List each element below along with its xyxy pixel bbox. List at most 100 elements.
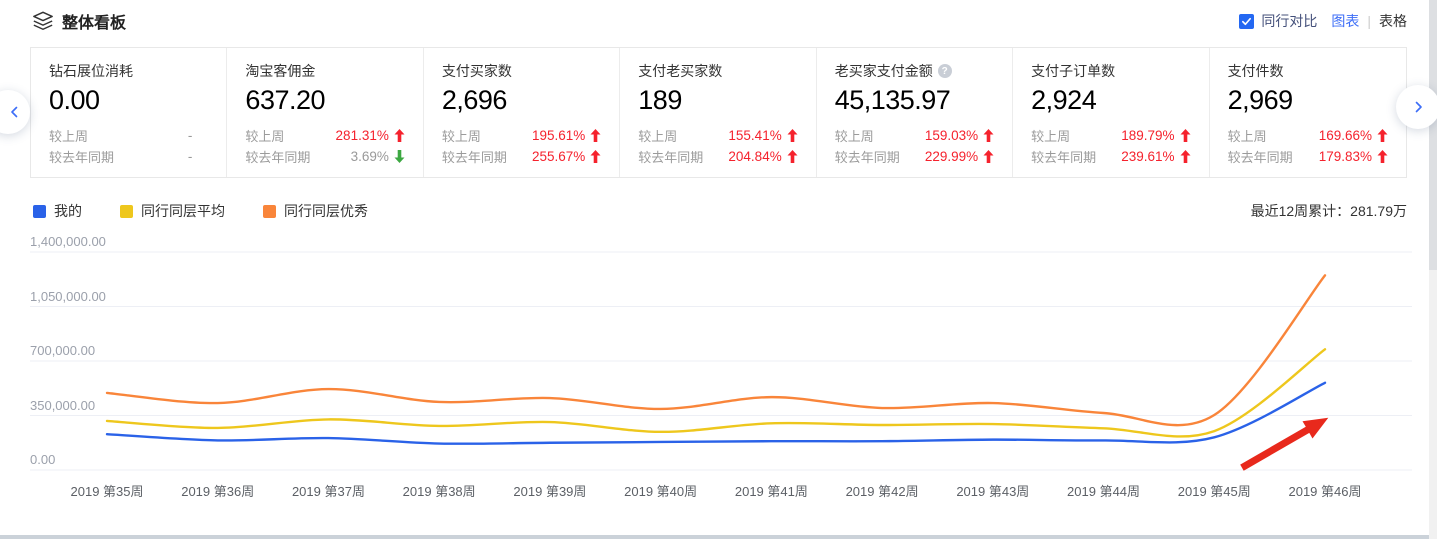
kpi-value: 637.20 — [245, 85, 406, 116]
trend-up-icon — [1377, 129, 1390, 142]
trend-up-icon — [394, 129, 407, 142]
legend-item-peer-excellent[interactable]: 同行同层优秀 — [263, 201, 368, 221]
compare-label: 较去年同期 — [835, 147, 900, 166]
legend-label: 同行同层优秀 — [284, 201, 368, 221]
kpi-card-paid-items[interactable]: 支付件数 2,969 较上周 169.66% 较去年同期 179.83% — [1210, 48, 1406, 177]
kpi-title: 支付子订单数 — [1031, 61, 1192, 81]
kpi-value: 45,135.97 — [835, 85, 996, 116]
vertical-scrollbar-thumb[interactable] — [1429, 0, 1437, 270]
chart-legend: 我的 同行同层平均 同行同层优秀 最近12周累计：281.79万 — [33, 201, 1410, 221]
compare-label: 较上周 — [1228, 126, 1267, 145]
compare-label: 较上周 — [245, 126, 284, 145]
series-line-1 — [107, 349, 1325, 436]
trend-up-icon — [590, 150, 603, 163]
compare-label: 较去年同期 — [1228, 147, 1293, 166]
y-axis-label: 1,400,000.00 — [30, 234, 106, 249]
compare-value: 195.61% — [532, 128, 585, 143]
compare-value: 159.03% — [925, 128, 978, 143]
compare-value: 255.67% — [532, 149, 585, 164]
kpi-title: 支付老买家数 — [638, 61, 799, 81]
legend-item-mine[interactable]: 我的 — [33, 201, 82, 221]
kpi-card-taoke-commission[interactable]: 淘宝客佣金 637.20 较上周 281.31% 较去年同期 3.69% — [227, 48, 423, 177]
compare-checkbox-label[interactable]: 同行对比 — [1261, 11, 1317, 31]
compare-value: 229.99% — [925, 149, 978, 164]
kpi-value: 2,924 — [1031, 85, 1192, 116]
legend-item-peer-average[interactable]: 同行同层平均 — [120, 201, 225, 221]
compare-label: 较上周 — [835, 126, 874, 145]
header-controls: 同行对比 图表 | 表格 — [1239, 11, 1407, 31]
compare-checkbox[interactable] — [1239, 14, 1254, 29]
y-axis-label: 0.00 — [30, 452, 55, 467]
y-axis-label: 350,000.00 — [30, 398, 95, 413]
compare-label: 较上周 — [1031, 126, 1070, 145]
legend-swatch — [33, 205, 46, 218]
kpi-card-row: 钻石展位消耗 0.00 较上周 - 较去年同期 - 淘宝客佣金 637.20 较… — [30, 47, 1407, 178]
kpi-title: 淘宝客佣金 — [245, 61, 406, 81]
horizontal-scrollbar-thumb[interactable] — [0, 535, 1437, 539]
dashboard: 整体看板 同行对比 图表 | 表格 钻石展位消耗 0.00 较上周 - 较去年同… — [0, 0, 1437, 539]
view-toggle-table[interactable]: 表格 — [1379, 11, 1407, 31]
kpi-value: 2,696 — [442, 85, 603, 116]
legend-swatch — [263, 205, 276, 218]
header-bar: 整体看板 同行对比 图表 | 表格 — [0, 0, 1437, 42]
trend-up-icon — [1180, 129, 1193, 142]
trend-down-icon — [394, 150, 407, 163]
compare-label: 较去年同期 — [442, 147, 507, 166]
legend-label: 我的 — [54, 201, 82, 221]
help-icon[interactable]: ? — [938, 64, 952, 78]
kpi-card-diamond-spend[interactable]: 钻石展位消耗 0.00 较上周 - 较去年同期 - — [31, 48, 227, 177]
page-title: 整体看板 — [62, 9, 126, 33]
compare-label: 较上周 — [442, 126, 481, 145]
trend-up-icon — [1377, 150, 1390, 163]
x-axis-label: 2019 第46周 — [1260, 481, 1390, 500]
compare-value: 281.31% — [336, 128, 389, 143]
compare-value: 169.66% — [1319, 128, 1372, 143]
y-axis-label: 700,000.00 — [30, 343, 95, 358]
carousel-next-button[interactable] — [1396, 85, 1437, 129]
recent-12-weeks-total: 最近12周累计：281.79万 — [1251, 201, 1410, 221]
compare-value: 239.61% — [1121, 149, 1174, 164]
trend-up-icon — [787, 129, 800, 142]
view-toggle-chart[interactable]: 图表 — [1331, 11, 1359, 31]
kpi-title: 支付买家数 — [442, 61, 603, 81]
compare-value: - — [188, 128, 193, 143]
compare-label: 较去年同期 — [245, 147, 310, 166]
trend-up-icon — [787, 150, 800, 163]
legend-swatch — [120, 205, 133, 218]
compare-value: 189.79% — [1121, 128, 1174, 143]
compare-value: 204.84% — [728, 149, 781, 164]
kpi-title: 支付件数 — [1228, 61, 1390, 81]
trend-up-icon — [590, 129, 603, 142]
layers-icon — [32, 10, 54, 32]
kpi-value: 0.00 — [49, 85, 210, 116]
trend-up-icon — [983, 129, 996, 142]
compare-value: 155.41% — [728, 128, 781, 143]
kpi-title: 钻石展位消耗 — [49, 61, 210, 81]
series-line-0 — [107, 383, 1325, 444]
kpi-title: 老买家支付金额 — [835, 61, 933, 81]
kpi-value: 189 — [638, 85, 799, 116]
y-axis-label: 1,050,000.00 — [30, 289, 106, 304]
legend-label: 同行同层平均 — [141, 201, 225, 221]
kpi-card-paid-buyers[interactable]: 支付买家数 2,696 较上周 195.61% 较去年同期 255.67% — [424, 48, 620, 177]
compare-value: 179.83% — [1319, 149, 1372, 164]
horizontal-scrollbar[interactable] — [0, 534, 1437, 539]
trend-up-icon — [983, 150, 996, 163]
compare-label: 较上周 — [638, 126, 677, 145]
kpi-card-old-buyer-amount[interactable]: 老买家支付金额 ? 45,135.97 较上周 159.03% 较去年同期 22… — [817, 48, 1013, 177]
compare-label: 较上周 — [49, 126, 88, 145]
vertical-scrollbar[interactable] — [1429, 0, 1437, 539]
kpi-value: 2,969 — [1228, 85, 1390, 116]
trend-up-icon — [1180, 150, 1193, 163]
compare-value: - — [188, 149, 193, 164]
compare-label: 较去年同期 — [49, 147, 114, 166]
view-toggle-separator: | — [1367, 13, 1371, 29]
compare-label: 较去年同期 — [638, 147, 703, 166]
series-line-2 — [107, 275, 1325, 425]
kpi-card-paid-old-buyers[interactable]: 支付老买家数 189 较上周 155.41% 较去年同期 204.84% — [620, 48, 816, 177]
compare-label: 较去年同期 — [1031, 147, 1096, 166]
chart-annotation-arrow — [1240, 418, 1328, 471]
kpi-card-paid-suborders[interactable]: 支付子订单数 2,924 较上周 189.79% 较去年同期 239.61% — [1013, 48, 1209, 177]
compare-value: 3.69% — [351, 149, 389, 164]
carousel-prev-button[interactable] — [0, 90, 30, 134]
